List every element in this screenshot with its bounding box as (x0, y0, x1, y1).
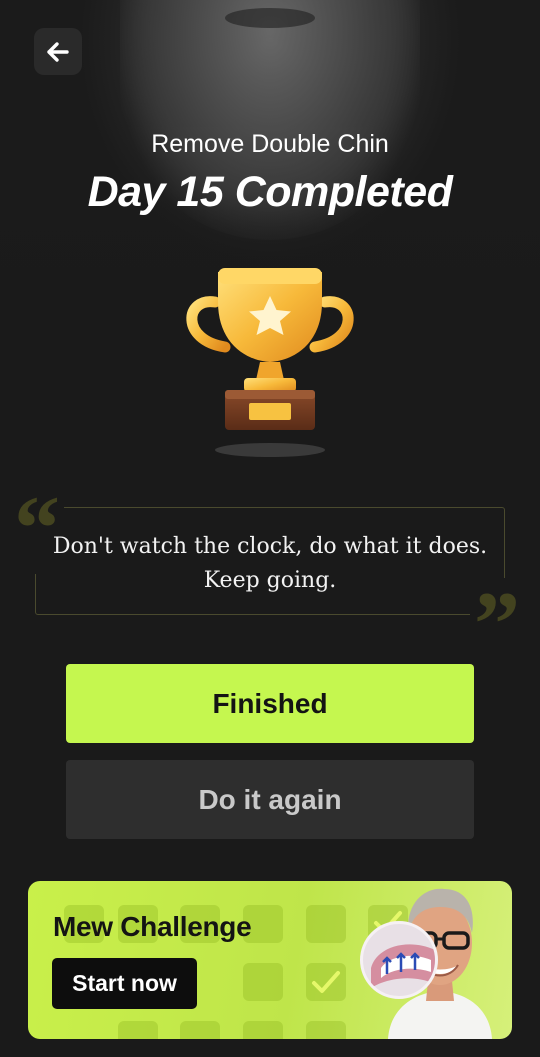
back-button[interactable] (34, 28, 82, 75)
mewing-diagram-icon (360, 921, 438, 999)
mew-challenge-banner[interactable]: Mew Challenge Start now (28, 881, 512, 1039)
page-title: Day 15 Completed (87, 168, 453, 216)
quote-line-1: Don't watch the clock, do what it does. (52, 534, 488, 559)
program-subtitle: Remove Double Chin (151, 130, 389, 158)
do-it-again-button[interactable]: Do it again (66, 760, 474, 839)
start-now-button[interactable]: Start now (52, 958, 197, 1009)
trophy-icon (186, 268, 354, 457)
finished-button[interactable]: Finished (66, 664, 474, 743)
banner-title: Mew Challenge (53, 911, 252, 942)
checkmark-icon (312, 971, 340, 993)
motivational-quote: Don't watch the clock, do what it does. … (35, 530, 505, 598)
arrow-left-icon (47, 41, 69, 62)
quote-line-2: Keep going. (203, 568, 337, 593)
